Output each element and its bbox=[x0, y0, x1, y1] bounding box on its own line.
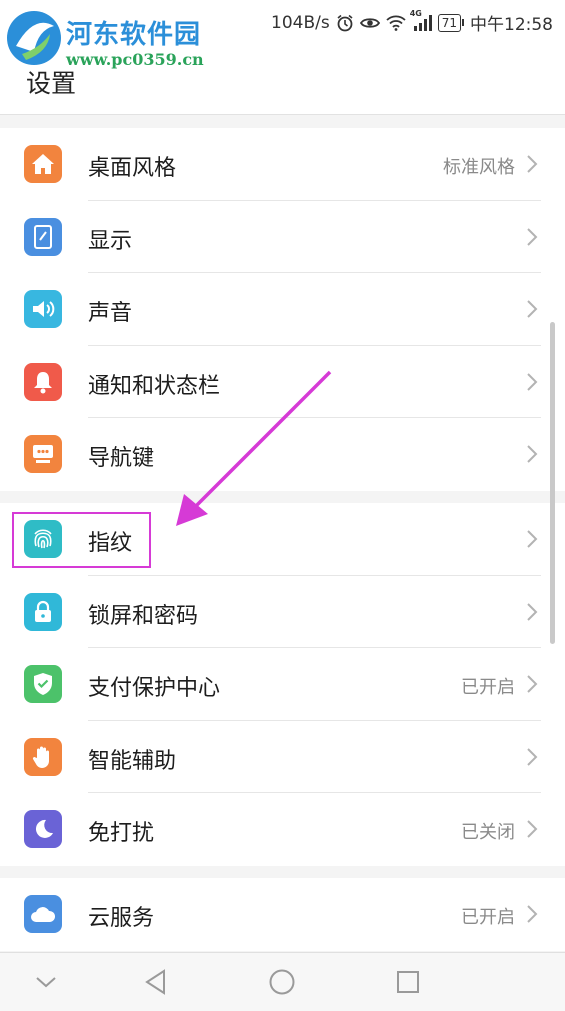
settings-item-label: 桌面风格 bbox=[88, 156, 177, 181]
chevron-right-icon bbox=[527, 820, 538, 839]
navigation-key-icon bbox=[24, 435, 62, 474]
chevron-right-icon bbox=[527, 373, 538, 391]
network-speed: 104B/s bbox=[271, 12, 330, 33]
settings-item-smart-assistance[interactable]: 智能辅助 bbox=[0, 721, 565, 794]
settings-item-cloud-service[interactable]: 云服务 已开启 bbox=[0, 878, 565, 951]
chevron-right-icon bbox=[527, 445, 538, 464]
watermark-logo-icon bbox=[7, 11, 61, 65]
scrollbar[interactable] bbox=[550, 322, 555, 644]
clock: 中午12:58 bbox=[470, 15, 553, 35]
settings-item-value: 已开启 bbox=[461, 907, 515, 928]
settings-item-label: 通知和状态栏 bbox=[88, 373, 221, 399]
settings-item-label: 智能辅助 bbox=[88, 748, 177, 774]
battery-icon: 71 bbox=[437, 13, 465, 32]
watermark-title: 河东软件园 bbox=[66, 20, 202, 50]
settings-item-value: 已关闭 bbox=[461, 822, 515, 844]
settings-item-display[interactable]: 显示 bbox=[0, 201, 565, 274]
settings-item-label: 显示 bbox=[88, 228, 133, 254]
settings-item-label: 支付保护中心 bbox=[88, 676, 221, 702]
display-icon bbox=[24, 217, 62, 256]
system-navigation-bar bbox=[0, 952, 565, 1011]
settings-item-navigation-keys[interactable]: 导航键 bbox=[0, 418, 565, 491]
moon-icon bbox=[24, 810, 62, 849]
lock-icon bbox=[24, 592, 62, 631]
watermark-url: www.pc0359.cn bbox=[66, 50, 204, 69]
bell-icon bbox=[24, 362, 62, 401]
cloud-icon bbox=[24, 895, 62, 933]
battery-level: 71 bbox=[441, 15, 457, 30]
settings-group-accounts: 云服务 已开启 bbox=[0, 878, 565, 951]
settings-item-label: 免打扰 bbox=[88, 821, 155, 847]
alarm-icon bbox=[336, 14, 354, 32]
highlight-box bbox=[12, 512, 151, 568]
wifi-icon bbox=[386, 15, 406, 31]
speaker-icon bbox=[24, 290, 62, 329]
settings-item-payment-protection[interactable]: 支付保护中心 已开启 bbox=[0, 648, 565, 721]
chevron-right-icon bbox=[527, 675, 538, 693]
eye-icon bbox=[359, 16, 380, 30]
settings-item-label: 声音 bbox=[88, 301, 133, 327]
chevron-right-icon bbox=[527, 155, 538, 173]
settings-item-lock-screen[interactable]: 锁屏和密码 bbox=[0, 576, 565, 649]
chevron-down-icon[interactable] bbox=[31, 967, 61, 997]
chevron-right-icon bbox=[527, 905, 538, 923]
settings-item-do-not-disturb[interactable]: 免打扰 已关闭 bbox=[0, 793, 565, 866]
settings-item-sound[interactable]: 声音 bbox=[0, 273, 565, 346]
site-watermark: 河东软件园 www.pc0359.cn bbox=[4, 4, 214, 76]
status-indicators: 104B/s 4G 71 中午12:58 bbox=[271, 9, 553, 36]
chevron-right-icon bbox=[527, 748, 538, 766]
settings-item-label: 云服务 bbox=[88, 906, 155, 931]
hand-icon bbox=[24, 737, 62, 776]
back-icon[interactable] bbox=[141, 967, 171, 997]
cellular-signal-icon: 4G bbox=[410, 9, 432, 31]
recent-apps-icon[interactable] bbox=[393, 967, 423, 997]
settings-item-label: 导航键 bbox=[88, 446, 155, 472]
settings-group-personalization: 桌面风格 标准风格 显示 声音 通知和状态栏 导航键 bbox=[0, 128, 565, 491]
settings-item-label: 锁屏和密码 bbox=[88, 603, 199, 629]
chevron-right-icon bbox=[527, 530, 538, 548]
settings-item-value: 标准风格 bbox=[443, 157, 515, 178]
settings-item-value: 已开启 bbox=[461, 677, 515, 699]
settings-item-notifications[interactable]: 通知和状态栏 bbox=[0, 346, 565, 419]
settings-item-desktop-style[interactable]: 桌面风格 标准风格 bbox=[0, 128, 565, 201]
network-type: 4G bbox=[409, 8, 422, 18]
chevron-right-icon bbox=[527, 602, 538, 621]
home-button-icon[interactable] bbox=[267, 967, 297, 997]
chevron-right-icon bbox=[527, 300, 538, 318]
chevron-right-icon bbox=[527, 227, 538, 246]
shield-check-icon bbox=[24, 665, 62, 704]
home-icon bbox=[24, 145, 62, 183]
